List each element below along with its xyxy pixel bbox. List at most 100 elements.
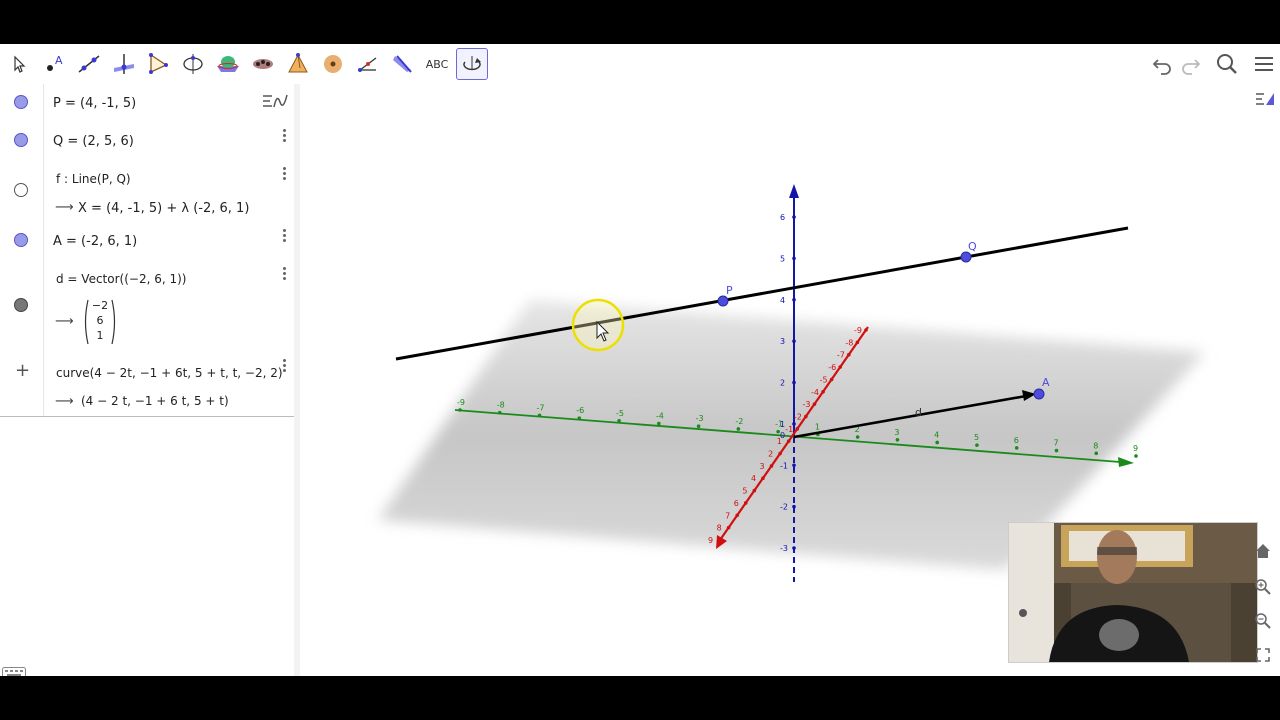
fullscreen-icon[interactable]: [1254, 646, 1272, 668]
algebra-row-d[interactable]: d = Vector((−2, 6, 1)) ⟶ −2 6 1: [0, 260, 294, 353]
y-axis-tick-label: 9: [1133, 444, 1138, 453]
x-axis-tick: [812, 402, 817, 406]
zoom-in-icon[interactable]: [1254, 578, 1272, 600]
vector-d-label: d: [915, 406, 922, 419]
y-axis-tick-label: -6: [576, 406, 584, 415]
x-axis-tick-label: -9: [854, 326, 862, 335]
vector-column: −2 6 1: [82, 298, 118, 346]
more-options-icon[interactable]: [282, 166, 286, 180]
text-tool-button[interactable]: ABC: [421, 48, 453, 80]
x-axis-tick-label: 5: [742, 487, 747, 496]
x-axis-tick-label: -1: [785, 425, 793, 434]
y-axis-tick-label: -2: [735, 417, 743, 426]
more-options-icon[interactable]: [282, 228, 286, 242]
x-axis-tick: [804, 414, 808, 419]
algebra-row-q[interactable]: Q = (2, 5, 6): [0, 122, 294, 161]
visibility-toggle[interactable]: [14, 95, 28, 109]
x-axis-tick-label: -2: [794, 412, 802, 421]
home-icon[interactable]: [1254, 542, 1272, 564]
y-axis-tick: [1094, 451, 1099, 456]
z-axis-tick: [792, 256, 796, 261]
pyramid-tool-icon[interactable]: [282, 48, 314, 80]
point-a[interactable]: [1033, 388, 1045, 400]
y-axis-tick-label: 3: [894, 428, 899, 437]
point-p[interactable]: [717, 295, 729, 307]
y-axis-tick-label: -1: [775, 420, 783, 429]
vector-entry: −2: [91, 299, 109, 312]
algebra-row-curve[interactable]: + curve(4 − 2t, −1 + 6t, 5 + t, t, −2, 2…: [0, 352, 294, 417]
x-axis-tick: [761, 476, 765, 481]
rotate-view-tool-icon[interactable]: [456, 48, 488, 80]
x-axis-tick-label: 8: [717, 524, 722, 533]
more-options-icon[interactable]: [282, 358, 286, 372]
row-gutter: [43, 160, 44, 222]
y-axis-tick-label: -7: [537, 403, 545, 412]
visibility-toggle[interactable]: [14, 183, 28, 197]
vector-entry: 6: [96, 314, 104, 327]
y-axis-tick: [1134, 454, 1138, 458]
output-arrow-icon: ⟶: [55, 314, 74, 329]
keyboard-icon[interactable]: [2, 664, 26, 676]
perpendicular-tool-icon[interactable]: [108, 48, 140, 80]
more-options-icon[interactable]: [282, 128, 286, 142]
algebra-row-output: (4 − 2 t, −1 + 6 t, 5 + t): [81, 394, 229, 408]
x-axis-tick: [769, 464, 774, 468]
plane-tool-icon[interactable]: [247, 48, 279, 80]
z-axis-tick: [792, 504, 796, 509]
y-axis-tick-label: -3: [696, 414, 704, 423]
visibility-toggle[interactable]: [14, 133, 28, 147]
text-tool-label: ABC: [425, 57, 449, 71]
algebra-input-text[interactable]: curve(4 − 2t, −1 + 6t, 5 + t, t, −2, 2): [56, 366, 283, 380]
y-axis-tick: [497, 410, 502, 415]
x-axis-tick: [821, 389, 825, 394]
y-axis-tick: [935, 440, 939, 445]
search-icon[interactable]: [1213, 50, 1241, 78]
z-axis-tick: [792, 339, 796, 343]
visibility-toggle[interactable]: [14, 298, 28, 312]
algebra-row-f[interactable]: f : Line(P, Q) ⟶ X = (4, -1, 5) + λ (-2,…: [0, 160, 294, 223]
algebra-row-text[interactable]: P = (4, -1, 5): [53, 96, 136, 111]
point-tool-icon[interactable]: A: [38, 48, 70, 80]
algebra-row-a[interactable]: A = (-2, 6, 1): [0, 222, 294, 261]
x-axis-tick-label: 7: [725, 511, 730, 520]
algebra-row-definition[interactable]: f : Line(P, Q): [56, 172, 131, 186]
menu-icon[interactable]: [1250, 50, 1278, 78]
graphics-style-bar-icon[interactable]: [1254, 89, 1276, 115]
zoom-out-icon[interactable]: [1254, 612, 1272, 634]
add-input-icon[interactable]: +: [15, 360, 30, 381]
z-axis-tick-label: 4: [780, 296, 785, 305]
redo-icon[interactable]: [1177, 50, 1205, 78]
algebra-row-text[interactable]: A = (-2, 6, 1): [53, 234, 137, 249]
move-tool-icon[interactable]: [3, 48, 35, 80]
y-axis-tick: [1014, 446, 1019, 450]
sphere-tool-icon[interactable]: [317, 48, 349, 80]
y-axis-tick: [577, 416, 582, 420]
circle-axis-tool-icon[interactable]: [177, 48, 209, 80]
x-axis-tick-label: -8: [845, 338, 853, 347]
x-axis-tick: [718, 538, 722, 542]
z-axis-tick-label: 6: [780, 213, 785, 222]
line-tool-icon[interactable]: [73, 48, 105, 80]
intersect-surfaces-tool-icon[interactable]: [212, 48, 244, 80]
output-arrow-icon: ⟶: [55, 394, 74, 409]
z-axis-tick: [792, 380, 796, 385]
algebra-style-toggle-icon[interactable]: [262, 91, 288, 117]
undo-icon[interactable]: [1148, 50, 1176, 78]
polygon-tool-icon[interactable]: [142, 48, 174, 80]
point-q[interactable]: [960, 251, 972, 263]
algebra-row-text[interactable]: Q = (2, 5, 6): [53, 134, 134, 149]
x-axis-tick-label: -5: [820, 375, 828, 384]
y-axis-tick-label: 8: [1093, 441, 1098, 450]
x-axis-tick-label: -7: [837, 351, 845, 360]
y-axis-tick: [975, 443, 979, 447]
visibility-toggle[interactable]: [14, 233, 28, 247]
angle-tool-icon[interactable]: [352, 48, 384, 80]
more-options-icon[interactable]: [282, 266, 286, 280]
algebra-row-definition[interactable]: d = Vector((−2, 6, 1)): [56, 272, 186, 286]
x-axis-tick-label: 9: [708, 536, 713, 545]
reflect-plane-tool-icon[interactable]: [387, 48, 419, 80]
z-axis-tick-label: 3: [780, 337, 785, 346]
point-p-label: P: [726, 284, 733, 297]
algebra-row-p[interactable]: P = (4, -1, 5): [0, 84, 294, 123]
row-gutter: [43, 84, 44, 122]
